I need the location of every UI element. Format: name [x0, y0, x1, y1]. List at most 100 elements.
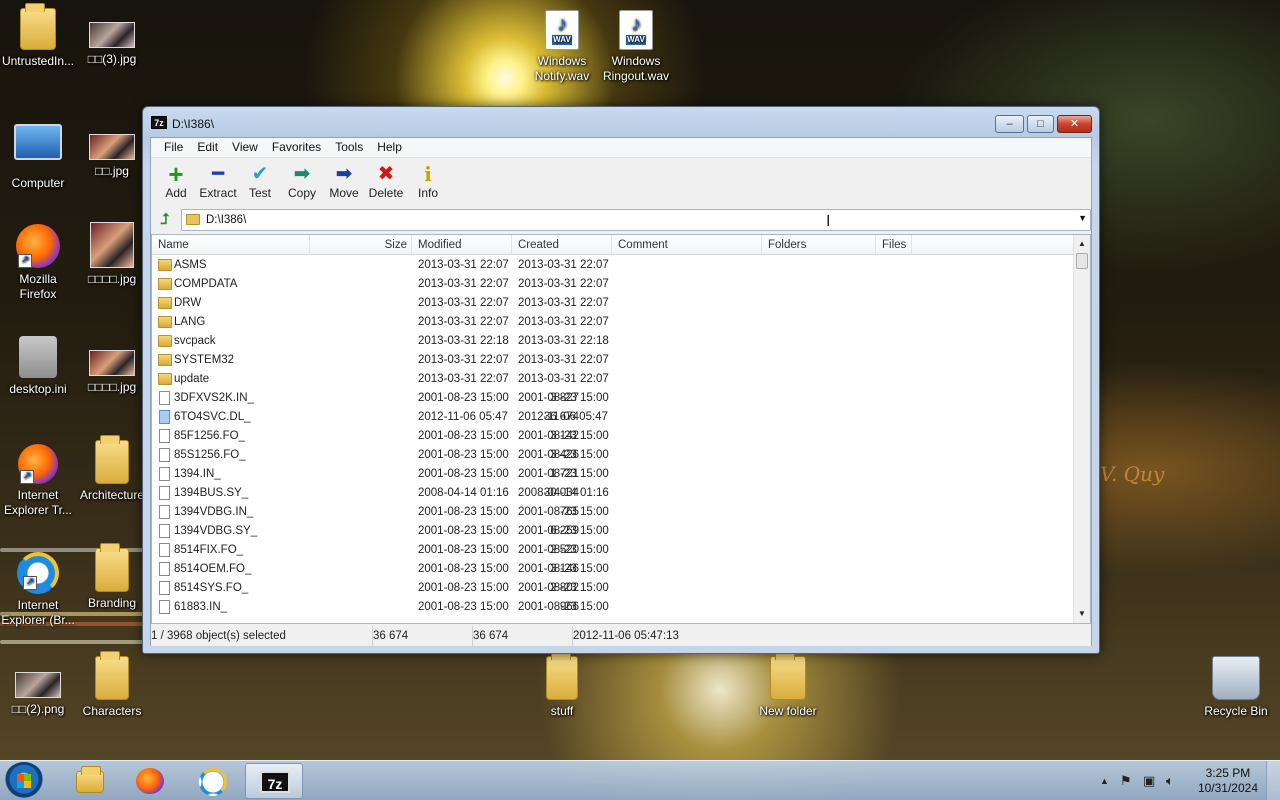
file-row[interactable]: 3DFXVS2K.IN_ 3 827 2001-08-23 15:00 2001-08… — [152, 389, 1073, 408]
copy-button[interactable]: ➡ Copy — [281, 158, 323, 208]
file-list[interactable]: Name Size Modified Created Comment Folde… — [151, 234, 1091, 624]
action-center-flag-icon[interactable]: ⚑ — [1120, 773, 1132, 789]
desktop-icon-new-folder[interactable]: New folder — [748, 651, 828, 719]
chevron-down-icon[interactable]: ▼ — [1078, 213, 1087, 223]
taskbar-internet-explorer[interactable] — [184, 763, 242, 799]
settings-file-icon — [19, 336, 57, 378]
wav-file-icon: ♪ WAV — [545, 10, 579, 50]
info-button[interactable]: i Info — [407, 158, 449, 208]
file-row[interactable]: 1394VDBG.SY_ 6 259 2001-08-23 15:00 2001-08… — [152, 522, 1073, 541]
taskbar-firefox[interactable] — [121, 763, 179, 799]
desktop-icon-branding[interactable]: Branding — [74, 543, 150, 611]
taskbar: 7z ▲ ⚑ ▣ 🔈︎ 3:25 PM 10/31/2024 — [0, 760, 1280, 800]
desktop-icon-internet-explorer-br[interactable]: ↗ Internet Explorer (Br... — [0, 552, 76, 628]
folder-row[interactable]: update 2013-03-31 22:07 2013-03-31 22:07 — [152, 370, 1073, 389]
desktop-icon-windows-notify-wav[interactable]: ♪ WAV Windows Notify.wav — [524, 10, 600, 84]
desktop-icon-characters[interactable]: Characters — [74, 651, 150, 719]
column-name[interactable]: Name — [152, 235, 310, 255]
desktop-icon-windows-ringout-wav[interactable]: ♪ WAV Windows Ringout.wav — [598, 10, 674, 84]
minimize-button[interactable]: – — [995, 115, 1024, 133]
folder-row[interactable]: ASMS 2013-03-31 22:07 2013-03-31 22:07 — [152, 256, 1073, 275]
test-button[interactable]: ✔ Test — [239, 158, 281, 208]
taskbar-7zip[interactable]: 7z — [245, 763, 303, 799]
folder-row[interactable]: SYSTEM32 2013-03-31 22:07 2013-03-31 22:07 — [152, 351, 1073, 370]
taskbar-explorer[interactable] — [60, 763, 118, 799]
column-folders[interactable]: Folders — [762, 235, 876, 255]
file-name: 61883.IN_ — [174, 601, 228, 613]
file-row[interactable]: 6TO4SVC.DL_ 36 674 2012-11-06 05:47 2012-11… — [152, 408, 1073, 427]
file-row[interactable]: 1394VDBG.IN_ 765 2001-08-23 15:00 2001-08-2… — [152, 503, 1073, 522]
network-icon[interactable]: ▣ — [1143, 773, 1155, 789]
firefox-icon — [136, 768, 164, 794]
desktop-icon-label: □□□□.jpg — [87, 272, 137, 286]
file-row[interactable]: 8514FIX.FO_ 2 520 2001-08-23 15:00 2001-08-… — [152, 541, 1073, 560]
menu-tools[interactable]: Tools — [328, 138, 370, 157]
file-row[interactable]: 1394BUS.SY_ 30 034 2008-04-14 01:16 2008-04… — [152, 484, 1073, 503]
system-tray: ▲ ⚑ ▣ 🔈︎ 3:25 PM 10/31/2024 — [1090, 761, 1280, 800]
desktop-icon-internet-explorer-tr[interactable]: ↗ Internet Explorer Tr... — [0, 444, 76, 518]
desktop-icon-image-2-png[interactable]: □□(2).png — [0, 672, 76, 717]
desktop-icon-mozilla-firefox[interactable]: ↗ Mozilla Firefox — [0, 224, 76, 302]
menu-help[interactable]: Help — [370, 138, 409, 157]
desktop-icon-desktop-ini[interactable]: desktop.ini — [0, 336, 76, 397]
delete-button[interactable]: ✖ Delete — [365, 158, 407, 208]
toolbar: + Add ━ Extract ✔ Test ➡ Copy ➡ Move ✖ D… — [151, 158, 1091, 208]
menu-file[interactable]: File — [157, 138, 190, 157]
window-titlebar[interactable]: 7z D:\I386\ – □ ✕ — [143, 107, 1099, 137]
menu-favorites[interactable]: Favorites — [265, 138, 328, 157]
scroll-down-arrow-icon[interactable]: ▼ — [1074, 607, 1090, 621]
file-row[interactable]: 1394.IN_ 1 721 2001-08-23 15:00 2001-08-23 … — [152, 465, 1073, 484]
folder-row[interactable]: COMPDATA 2013-03-31 22:07 2013-03-31 22:07 — [152, 275, 1073, 294]
show-hidden-icons-icon[interactable]: ▲ — [1100, 776, 1109, 786]
desktop-icon-image[interactable]: □□.jpg — [74, 134, 150, 179]
file-created: 2012-11-06 05:47 — [518, 411, 608, 423]
vertical-scrollbar[interactable]: ▲ ▼ — [1073, 235, 1090, 623]
column-modified[interactable]: Modified — [412, 235, 512, 255]
file-row[interactable]: 8514SYS.FO_ 2 802 2001-08-23 15:00 2001-08-… — [152, 579, 1073, 598]
scrollbar-thumb[interactable] — [1076, 253, 1088, 269]
desktop-icon-image-5[interactable]: □□□□.jpg — [74, 350, 150, 395]
file-modified: 2001-08-23 15:00 — [418, 525, 509, 537]
file-row[interactable]: 85S1256.FO_ 3 426 2001-08-23 15:00 2001-08-… — [152, 446, 1073, 465]
extract-button[interactable]: ━ Extract — [197, 158, 239, 208]
start-button[interactable] — [4, 762, 44, 800]
system-clock[interactable]: 3:25 PM 10/31/2024 — [1198, 766, 1258, 796]
column-files[interactable]: Files — [876, 235, 912, 255]
menu-edit[interactable]: Edit — [190, 138, 225, 157]
column-comment[interactable]: Comment — [612, 235, 762, 255]
folder-up-button[interactable]: ⮥ — [155, 211, 175, 229]
desktop-icon-label: Recycle Bin — [1204, 704, 1268, 718]
desktop-icon-computer[interactable]: Computer — [0, 118, 76, 191]
desktop-icon-untrusted-folder[interactable]: UntrustedIn... — [0, 3, 76, 69]
column-created[interactable]: Created — [512, 235, 612, 255]
close-button[interactable]: ✕ — [1057, 115, 1092, 133]
menu-view[interactable]: View — [225, 138, 265, 157]
maximize-button[interactable]: □ — [1027, 115, 1054, 133]
column-size[interactable]: Size — [310, 235, 412, 255]
file-created: 2013-03-31 22:07 — [518, 373, 609, 385]
desktop-icon-recycle-bin[interactable]: Recycle Bin — [1198, 656, 1274, 719]
folder-icon — [186, 214, 200, 225]
move-button[interactable]: ➡ Move — [323, 158, 365, 208]
desktop-icon-image-4[interactable]: □□□□.jpg — [74, 222, 150, 287]
shortcut-arrow-icon: ↗ — [18, 254, 32, 268]
desktop-icon-label: Characters — [82, 704, 142, 718]
file-modified: 2001-08-23 15:00 — [418, 563, 509, 575]
file-row[interactable]: 8514OEM.FO_ 3 146 2001-08-23 15:00 2001-08-… — [152, 560, 1073, 579]
folder-row[interactable]: LANG 2013-03-31 22:07 2013-03-31 22:07 — [152, 313, 1073, 332]
file-created: 2001-08-23 15:00 — [518, 544, 609, 556]
scroll-up-arrow-icon[interactable]: ▲ — [1074, 237, 1090, 251]
file-row[interactable]: 85F1256.FO_ 3 142 2001-08-23 15:00 2001-08-… — [152, 427, 1073, 446]
address-input[interactable]: D:\I386\ I ▼ — [181, 209, 1091, 231]
show-desktop-button[interactable] — [1266, 761, 1280, 800]
desktop-icon-architecture[interactable]: Architecture — [74, 435, 150, 503]
folder-row[interactable]: svcpack 2013-03-31 22:18 2013-03-31 22:18 — [152, 332, 1073, 351]
desktop-icon-stuff[interactable]: stuff — [524, 651, 600, 719]
folder-row[interactable]: DRW 2013-03-31 22:07 2013-03-31 22:07 — [152, 294, 1073, 313]
file-icon — [159, 505, 170, 519]
volume-icon[interactable]: 🔈︎ — [1166, 773, 1174, 789]
add-button[interactable]: + Add — [155, 158, 197, 208]
desktop-icon-image-3[interactable]: □□(3).jpg — [74, 22, 150, 67]
file-row[interactable]: 61883.IN_ 966 2001-08-23 15:00 2001-08-23 1… — [152, 598, 1073, 617]
file-created: 2001-08-23 15:00 — [518, 468, 609, 480]
